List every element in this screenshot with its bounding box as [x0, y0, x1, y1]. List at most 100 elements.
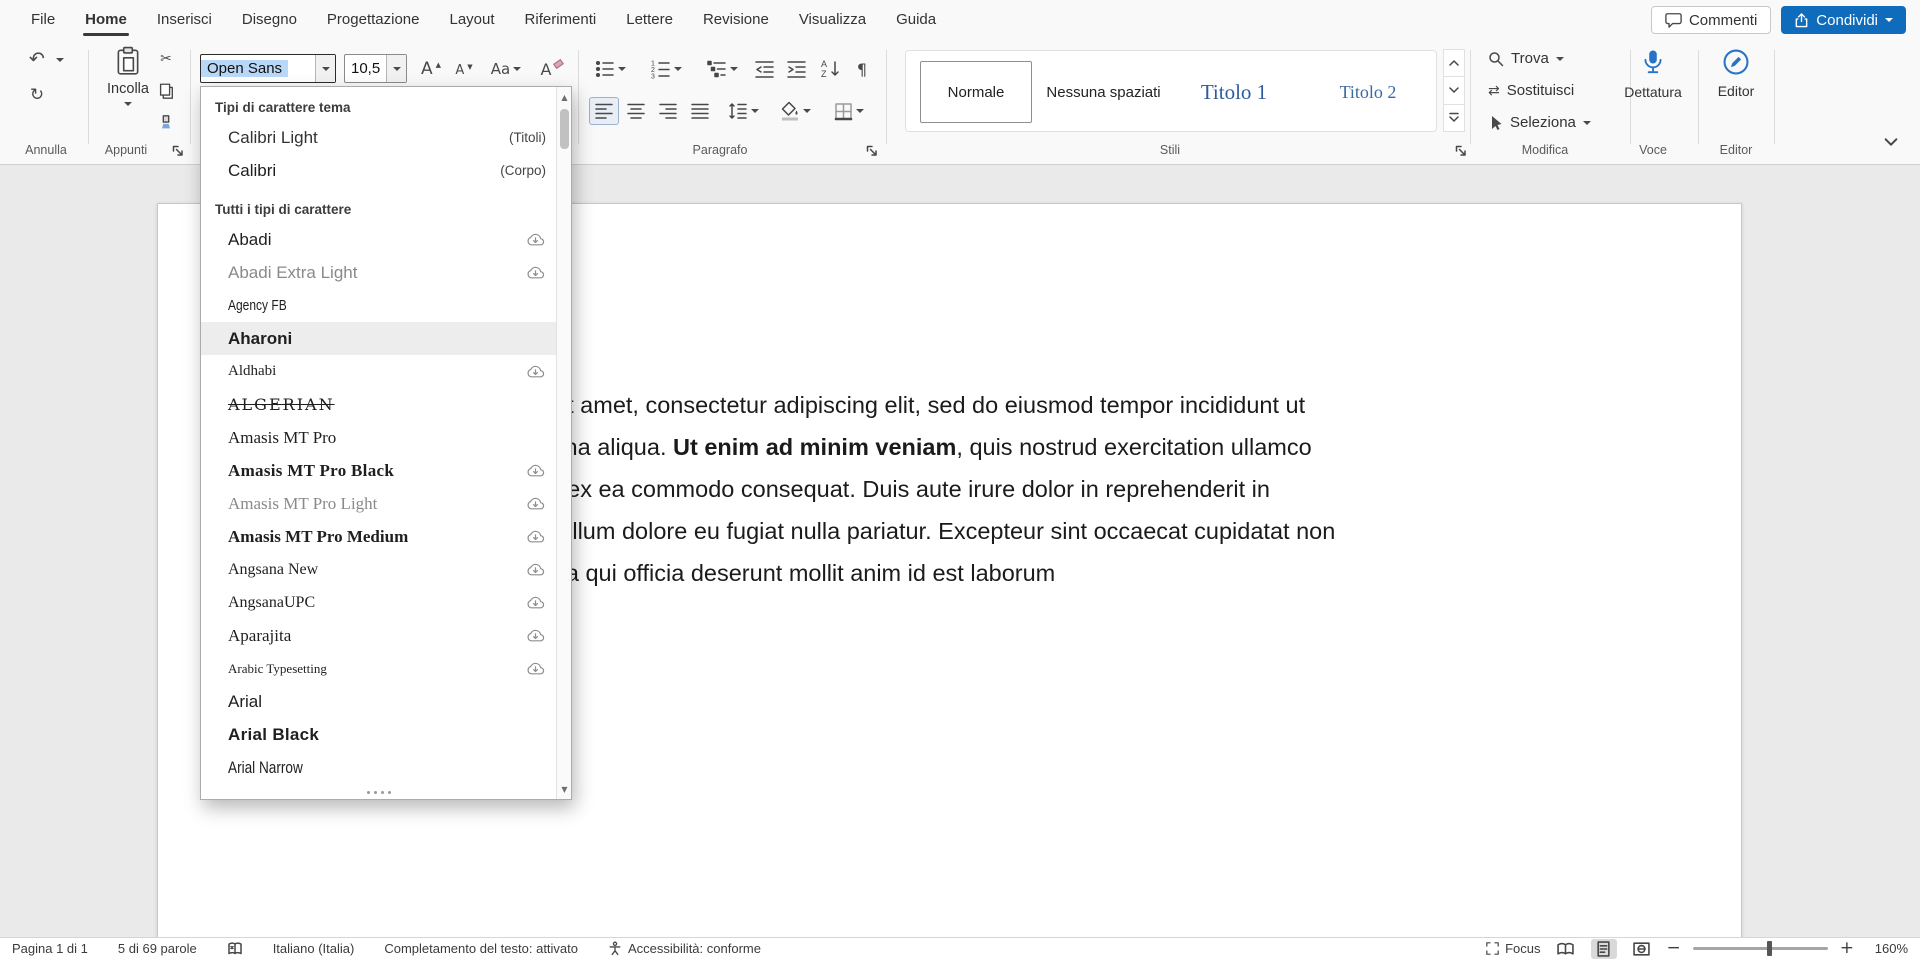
shrink-font-button[interactable]: A ▼ [450, 58, 478, 82]
zoom-out-button[interactable]: − [1667, 940, 1681, 957]
read-mode-button[interactable] [1553, 939, 1579, 959]
font-name-dropdown-arrow[interactable] [315, 55, 335, 82]
scrollbar-thumb[interactable] [560, 109, 569, 149]
web-layout-button[interactable] [1629, 939, 1655, 959]
tab-home[interactable]: Home [70, 0, 142, 40]
collapse-ribbon-button[interactable] [1884, 138, 1898, 146]
font-option-aldhabi[interactable]: Aldhabi [201, 355, 556, 388]
undo-chevron-icon[interactable] [56, 58, 64, 62]
font-option-amasis-mt-pro-black[interactable]: Amasis MT Pro Black [201, 454, 556, 487]
copy-button[interactable] [154, 80, 178, 102]
font-option-arial-black[interactable]: Arial Black [201, 718, 556, 751]
tab-progettazione[interactable]: Progettazione [312, 0, 435, 40]
align-right-icon [659, 102, 677, 120]
select-button[interactable]: Seleziona [1488, 114, 1591, 131]
dictate-button[interactable]: Dettatura [1620, 48, 1686, 138]
font-size-dropdown-arrow[interactable] [386, 55, 406, 82]
grow-font-button[interactable]: A ▲ [416, 56, 446, 82]
proofing-status[interactable] [227, 942, 243, 955]
multilevel-list-button[interactable] [704, 56, 740, 82]
paste-button[interactable]: Incolla [98, 46, 158, 138]
tab-disegno[interactable]: Disegno [227, 0, 312, 40]
print-layout-button[interactable] [1591, 939, 1617, 959]
font-size-combobox[interactable]: 10,5 [344, 54, 407, 83]
change-case-button[interactable]: Aa [486, 56, 526, 82]
font-option-angsanaupc[interactable]: AngsanaUPC [201, 586, 556, 619]
font-option-algerian[interactable]: ALGERIAN [201, 388, 556, 421]
cut-button[interactable]: ✂ [154, 48, 178, 70]
justify-button[interactable] [686, 98, 714, 124]
font-option-calibri[interactable]: Calibri (Corpo) [201, 154, 556, 187]
styles-dialog-launcher[interactable] [1455, 145, 1467, 157]
replace-button[interactable]: ⇄ Sostituisci [1488, 82, 1574, 99]
styles-scroll-down-button[interactable] [1443, 76, 1465, 104]
font-option-arial[interactable]: Arial [201, 685, 556, 718]
text-completion-status[interactable]: Completamento del testo: attivato [384, 941, 578, 956]
align-center-button[interactable] [622, 98, 650, 124]
styles-scroll-up-button[interactable] [1443, 49, 1465, 77]
zoom-slider-thumb[interactable] [1767, 941, 1772, 956]
font-option-abadi-extra-light[interactable]: Abadi Extra Light [201, 256, 556, 289]
font-option-arial-narrow[interactable]: Arial Narrow [201, 751, 556, 784]
zoom-in-button[interactable]: + [1840, 940, 1854, 957]
dropdown-resize-grip[interactable] [201, 787, 556, 797]
accessibility-status[interactable]: Accessibilità: conforme [608, 941, 761, 956]
focus-mode-button[interactable]: Focus [1486, 941, 1540, 956]
tab-riferimenti[interactable]: Riferimenti [510, 0, 612, 40]
editor-button[interactable]: Editor [1706, 48, 1766, 138]
undo-group-label: Annulla [6, 143, 86, 157]
font-dropdown-scrollbar[interactable]: ▲ ▼ [556, 87, 571, 799]
align-left-button[interactable] [590, 98, 618, 124]
style-normale[interactable]: Normale [920, 61, 1032, 123]
font-option-amasis-mt-pro[interactable]: Amasis MT Pro [201, 421, 556, 454]
line-spacing-button[interactable] [724, 98, 762, 124]
shading-button[interactable] [776, 98, 814, 124]
font-option-calibri-light[interactable]: Calibri Light (Titoli) [201, 121, 556, 154]
clear-formatting-button[interactable]: A [536, 56, 568, 82]
font-option-angsana-new[interactable]: Angsana New [201, 553, 556, 586]
tab-file[interactable]: File [16, 0, 70, 40]
tab-layout[interactable]: Layout [435, 0, 510, 40]
zoom-slider[interactable] [1693, 947, 1828, 950]
scrollbar-up-arrow[interactable]: ▲ [557, 89, 572, 105]
style-nessuna-spaziatura[interactable]: Nessuna spaziati [1047, 61, 1160, 123]
font-name-combobox[interactable]: Open Sans [200, 54, 336, 83]
undo-button[interactable]: ↶ [24, 46, 50, 72]
paragraph-dialog-launcher[interactable] [866, 145, 878, 157]
align-right-button[interactable] [654, 98, 682, 124]
font-option-arabic-typesetting[interactable]: Arabic Typesetting [201, 652, 556, 685]
clipboard-dialog-launcher[interactable] [172, 145, 184, 157]
comments-button[interactable]: Commenti [1651, 6, 1771, 34]
tab-lettere[interactable]: Lettere [611, 0, 688, 40]
tab-guida[interactable]: Guida [881, 0, 951, 40]
tab-inserisci[interactable]: Inserisci [142, 0, 227, 40]
bullets-button[interactable] [592, 56, 628, 82]
font-option-aharoni[interactable]: Aharoni [201, 322, 556, 355]
tab-revisione[interactable]: Revisione [688, 0, 784, 40]
borders-button[interactable] [830, 98, 868, 124]
style-label: Nessuna spaziati [1046, 84, 1160, 101]
font-option-amasis-mt-pro-light[interactable]: Amasis MT Pro Light [201, 487, 556, 520]
language-indicator[interactable]: Italiano (Italia) [273, 941, 355, 956]
sort-button[interactable]: A Z [816, 56, 846, 82]
font-option-abadi[interactable]: Abadi [201, 223, 556, 256]
tab-visualizza[interactable]: Visualizza [784, 0, 881, 40]
increase-indent-button[interactable] [784, 56, 810, 82]
styles-more-button[interactable] [1443, 104, 1465, 132]
zoom-level[interactable]: 160% [1866, 941, 1908, 956]
font-option-agency-fb[interactable]: Agency FB [201, 289, 556, 322]
find-button[interactable]: Trova [1488, 50, 1564, 67]
font-option-amasis-mt-pro-medium[interactable]: Amasis MT Pro Medium [201, 520, 556, 553]
word-count[interactable]: 5 di 69 parole [118, 941, 197, 956]
share-button[interactable]: Condividi [1781, 6, 1906, 34]
page-indicator[interactable]: Pagina 1 di 1 [12, 941, 88, 956]
style-titolo-2[interactable]: Titolo 2 [1309, 61, 1427, 123]
show-formatting-button[interactable]: ¶ [850, 56, 874, 82]
decrease-indent-button[interactable] [752, 56, 778, 82]
style-titolo-1[interactable]: Titolo 1 [1175, 61, 1293, 123]
scrollbar-down-arrow[interactable]: ▼ [557, 781, 572, 797]
format-painter-button[interactable] [154, 112, 178, 134]
font-option-aparajita[interactable]: Aparajita [201, 619, 556, 652]
redo-button[interactable]: ↻ [24, 82, 50, 108]
numbering-button[interactable]: 1 2 3 [648, 56, 684, 82]
